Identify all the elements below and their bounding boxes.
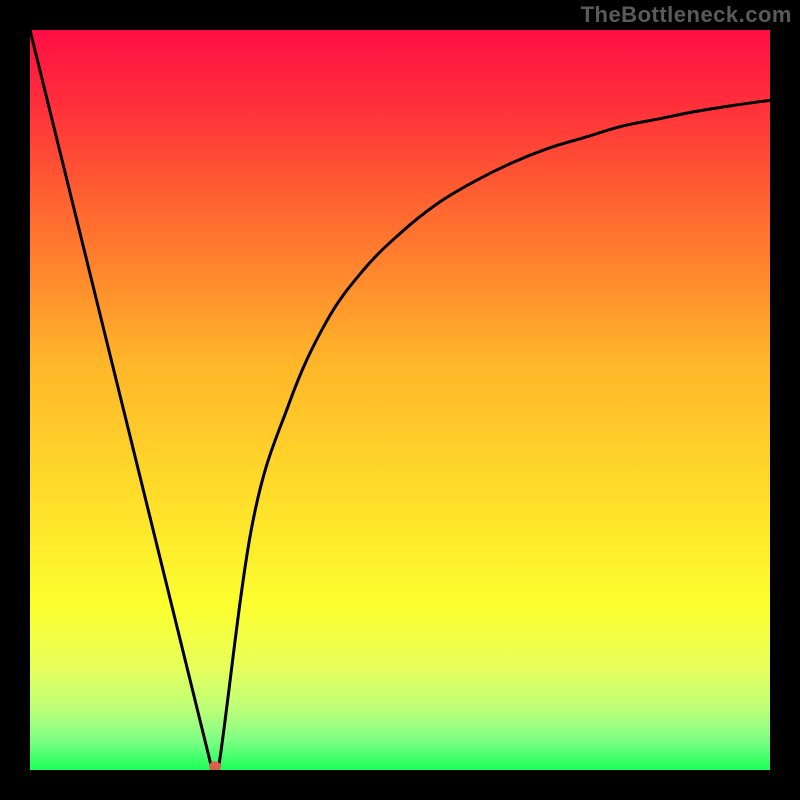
chart-frame: TheBottleneck.com: [0, 0, 800, 800]
branding-text: TheBottleneck.com: [581, 2, 792, 28]
bottleneck-curve: [30, 30, 770, 770]
plot-area: [30, 30, 770, 770]
